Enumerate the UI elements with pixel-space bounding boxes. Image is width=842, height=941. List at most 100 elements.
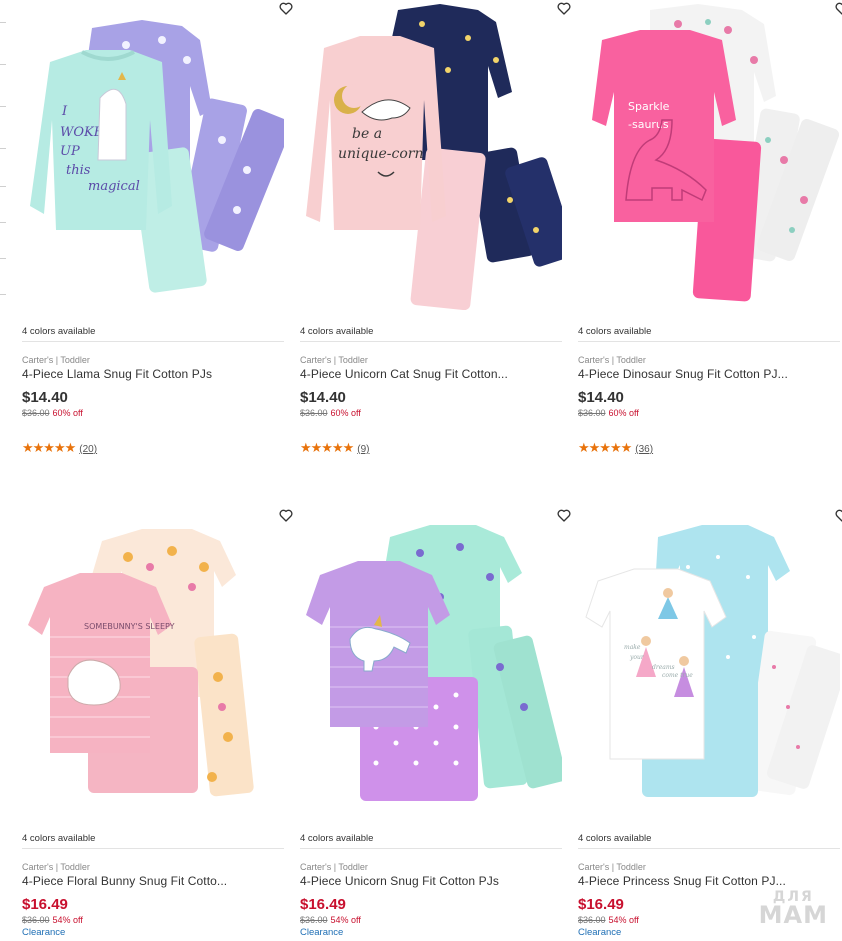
product-name[interactable]: 4-Piece Dinosaur Snug Fit Cotton PJ... <box>578 367 788 381</box>
stars-icon: ★★★★★ <box>22 440 76 455</box>
colors-available[interactable]: 4 colors available <box>578 833 651 844</box>
original-price: $36.00 <box>300 408 328 418</box>
stars-icon: ★★★★★ <box>578 440 632 455</box>
original-price: $36.00 <box>22 408 50 418</box>
product-image[interactable]: I WOKE UP this magical <box>22 0 293 310</box>
star-rating[interactable]: ★★★★★ (36) <box>578 440 653 456</box>
product-card[interactable]: be a unique-corn 4 colors available Carte… <box>300 0 571 455</box>
product-image[interactable]: be a unique-corn <box>300 0 571 310</box>
discount-label: 54% off <box>52 915 83 925</box>
product-image[interactable]: SOMEBUNNY'S SLEEPY <box>22 507 293 817</box>
product-price: $16.49 <box>300 896 346 913</box>
product-price: $14.40 <box>22 389 68 406</box>
discount-label: 60% off <box>330 408 361 418</box>
watermark-logo: ДЛЯ МАМ <box>758 888 828 930</box>
review-count[interactable]: (20) <box>79 444 97 455</box>
original-price: $36.00 <box>300 915 328 925</box>
discount-label: 54% off <box>330 915 361 925</box>
divider <box>300 341 562 342</box>
princess-pajama-image: make your dreamscome true <box>585 525 840 797</box>
svg-text:dreams: dreams <box>652 664 675 671</box>
heart-icon[interactable] <box>834 507 842 523</box>
colors-available[interactable]: 4 colors available <box>22 833 95 844</box>
svg-text:this: this <box>66 163 91 178</box>
product-name[interactable]: 4-Piece Princess Snug Fit Cotton PJ... <box>578 874 786 888</box>
product-price: $16.49 <box>578 896 624 913</box>
dinosaur-pajama-image: Sparkle-saurus <box>592 4 840 302</box>
svg-text:unique-corn: unique-corn <box>338 146 423 162</box>
discount-label: 60% off <box>52 408 83 418</box>
heart-icon[interactable] <box>278 507 294 523</box>
product-grid: I WOKE UP this magical 4 colors available Ca… <box>22 0 842 941</box>
colors-available[interactable]: 4 colors available <box>300 326 373 337</box>
heart-icon[interactable] <box>556 507 572 523</box>
product-image[interactable]: Sparkle -saurus <box>578 0 842 310</box>
product-name[interactable]: 4-Piece Llama Snug Fit Cotton PJs <box>22 367 212 381</box>
heart-icon[interactable] <box>834 0 842 16</box>
discount-label: 54% off <box>608 915 639 925</box>
product-price: $14.40 <box>300 389 346 406</box>
star-rating[interactable]: ★★★★★ (9) <box>300 440 370 456</box>
product-name[interactable]: 4-Piece Unicorn Cat Snug Fit Cotton... <box>300 367 508 381</box>
product-brand: Carter's | Toddler <box>300 862 368 872</box>
product-brand: Carter's | Toddler <box>578 862 646 872</box>
product-card[interactable]: 4 colors available Carter's | Toddler 4-… <box>300 507 571 938</box>
svg-text:UP: UP <box>60 144 80 159</box>
heart-icon[interactable] <box>278 0 294 16</box>
product-brand: Carter's | Toddler <box>22 862 90 872</box>
product-image[interactable] <box>300 507 571 817</box>
product-brand: Carter's | Toddler <box>300 355 368 365</box>
was-price: $36.00 54% off <box>300 915 361 925</box>
unicorn-cat-pajama-image: be a unique-corn <box>306 4 562 310</box>
svg-text:be a: be a <box>352 126 382 142</box>
clearance-badge: Clearance <box>22 927 66 938</box>
product-brand: Carter's | Toddler <box>22 355 90 365</box>
svg-text:make: make <box>624 644 641 651</box>
original-price: $36.00 <box>22 915 50 925</box>
divider <box>578 341 840 342</box>
original-price: $36.00 <box>578 915 606 925</box>
star-rating[interactable]: ★★★★★ (20) <box>22 440 97 456</box>
left-rail <box>0 0 8 941</box>
was-price: $36.00 54% off <box>578 915 639 925</box>
floral-bunny-pajama-image: SOMEBUNNY'S SLEEPY <box>28 529 254 797</box>
clearance-badge: Clearance <box>300 927 344 938</box>
product-card[interactable]: I WOKE UP this magical 4 colors available Ca… <box>22 0 293 455</box>
was-price: $36.00 60% off <box>22 408 83 418</box>
svg-text:your: your <box>629 654 645 661</box>
divider <box>22 848 284 849</box>
colors-available[interactable]: 4 colors available <box>578 326 651 337</box>
divider <box>578 848 840 849</box>
product-card[interactable]: Sparkle -saurus 4 colors available Carter… <box>578 0 842 455</box>
colors-available[interactable]: 4 colors available <box>22 326 95 337</box>
review-count[interactable]: (9) <box>357 444 369 455</box>
product-name[interactable]: 4-Piece Floral Bunny Snug Fit Cotto... <box>22 874 227 888</box>
divider <box>300 848 562 849</box>
product-price: $16.49 <box>22 896 68 913</box>
product-price: $14.40 <box>578 389 624 406</box>
stars-icon: ★★★★★ <box>300 440 354 455</box>
svg-text:Sparkle: Sparkle <box>628 100 670 113</box>
product-card[interactable]: SOMEBUNNY'S SLEEPY 4 colors available Ca… <box>22 507 293 938</box>
divider <box>22 341 284 342</box>
svg-text:magical: magical <box>88 179 140 194</box>
product-name[interactable]: 4-Piece Unicorn Snug Fit Cotton PJs <box>300 874 499 888</box>
product-card[interactable]: make your dreams come true 4 colors availab… <box>578 507 842 938</box>
svg-text:I: I <box>61 104 68 119</box>
was-price: $36.00 60% off <box>300 408 361 418</box>
svg-text:SOMEBUNNY'S SLEEPY: SOMEBUNNY'S SLEEPY <box>84 622 175 631</box>
original-price: $36.00 <box>578 408 606 418</box>
svg-text:WOKE: WOKE <box>60 125 104 140</box>
discount-label: 60% off <box>608 408 639 418</box>
llama-pajama-image: I WOKE UP thismagical <box>30 20 284 293</box>
unicorn-pajama-image <box>306 525 562 801</box>
heart-icon[interactable] <box>556 0 572 16</box>
colors-available[interactable]: 4 colors available <box>300 833 373 844</box>
was-price: $36.00 54% off <box>22 915 83 925</box>
was-price: $36.00 60% off <box>578 408 639 418</box>
review-count[interactable]: (36) <box>635 444 653 455</box>
product-image[interactable]: make your dreams come true <box>578 507 842 817</box>
product-brand: Carter's | Toddler <box>578 355 646 365</box>
svg-text:come true: come true <box>662 672 693 679</box>
clearance-badge: Clearance <box>578 927 622 938</box>
